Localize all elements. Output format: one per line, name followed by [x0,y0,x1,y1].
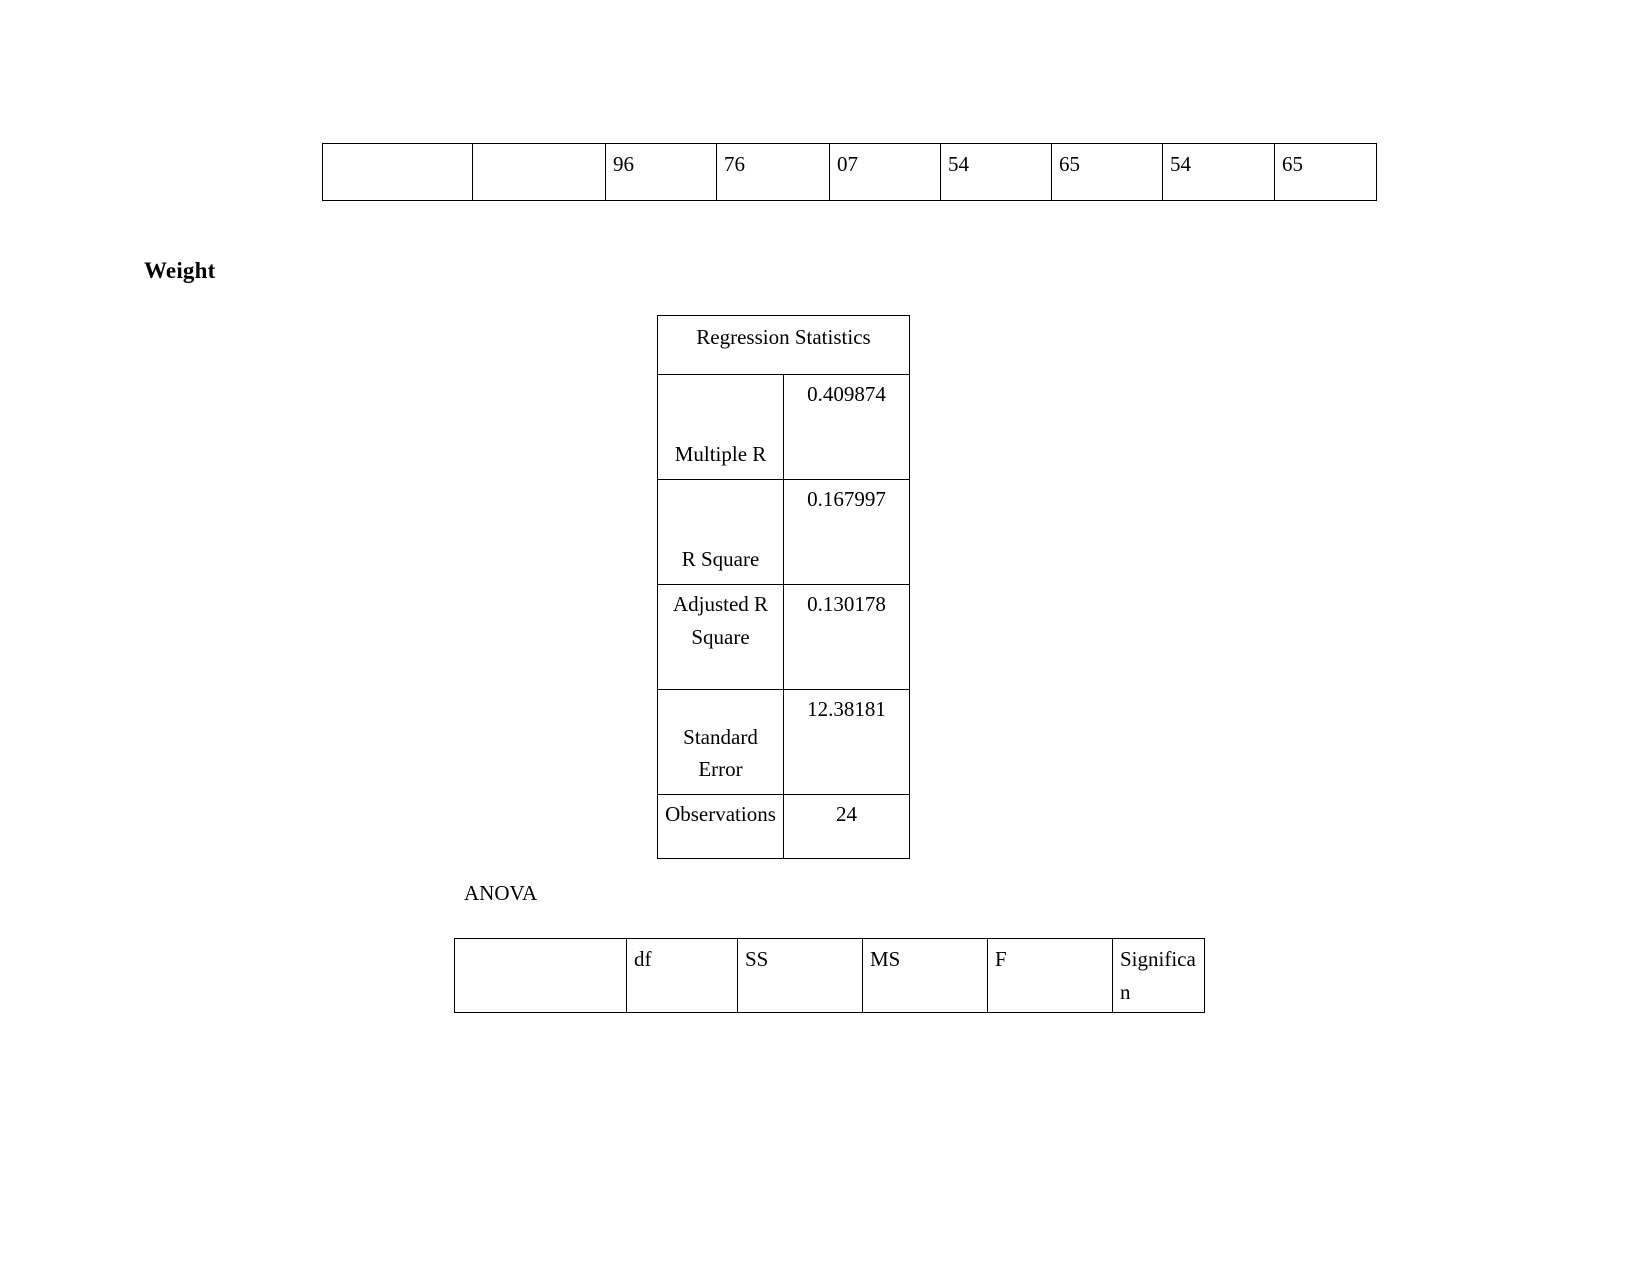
table-row: R Square 0.167997 [657,479,910,585]
row-label-r-square: R Square [657,479,784,585]
table-row: Multiple R 0.409874 [657,374,910,480]
top-cell-3: 76 [716,143,830,201]
top-cell-6: 65 [1051,143,1163,201]
anova-table-container: df SS MS F Significan [454,937,1205,1014]
row-value-adjusted-r-square: 0.130178 [783,584,910,690]
table-row: 96 76 07 54 65 54 65 [322,143,1377,201]
row-label-standard-error: Standard Error [657,689,784,795]
row-label-observations: Observations [657,794,784,859]
regression-statistics-table-container: Regression Statistics Multiple R 0.40987… [657,315,910,859]
anova-table: df SS MS F Significan [454,937,1205,1014]
regression-statistics-title: Regression Statistics [657,315,910,375]
anova-header-ms: MS [862,937,988,1014]
row-label-multiple-r: Multiple R [657,374,784,480]
anova-label: ANOVA [464,881,538,905]
row-value-standard-error: 12.38181 [783,689,910,795]
document-page: 96 76 07 54 65 54 65 Weight Regression S… [0,0,1651,1275]
anova-header-significance: Significan [1112,937,1205,1014]
top-cell-7: 54 [1162,143,1275,201]
anova-header-ss: SS [737,937,863,1014]
table-row-header: df SS MS F Significan [454,937,1205,1014]
table-row: Adjusted R Square 0.130178 [657,584,910,690]
top-fragment-table: 96 76 07 54 65 54 65 [322,143,1377,201]
table-row-header: Regression Statistics [657,315,910,375]
top-cell-8: 65 [1274,143,1377,201]
table-row: Standard Error 12.38181 [657,689,910,795]
row-value-r-square: 0.167997 [783,479,910,585]
anova-header-df: df [626,937,738,1014]
top-cell-4: 07 [829,143,941,201]
regression-statistics-table: Regression Statistics Multiple R 0.40987… [657,315,910,859]
top-cell-1 [472,143,606,201]
top-cell-2: 96 [605,143,717,201]
row-label-adjusted-r-square: Adjusted R Square [657,584,784,690]
top-cell-5: 54 [940,143,1052,201]
anova-header-blank [454,937,627,1014]
table-row: Observations 24 [657,794,910,859]
top-cell-0 [322,143,473,201]
row-value-multiple-r: 0.409874 [783,374,910,480]
row-value-observations: 24 [783,794,910,859]
section-heading-weight: Weight [144,258,216,283]
top-fragment-table-container: 96 76 07 54 65 54 65 [322,143,1377,201]
anova-header-f: F [987,937,1113,1014]
